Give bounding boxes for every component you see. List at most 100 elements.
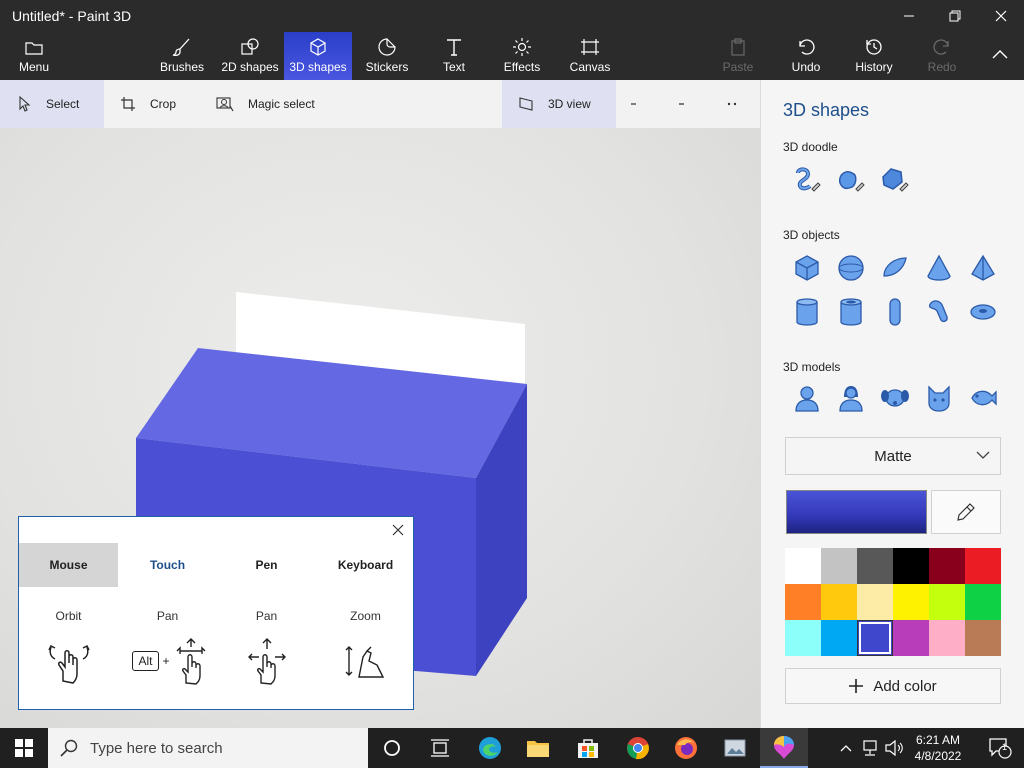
cortana-button[interactable]: [368, 728, 416, 768]
start-button[interactable]: [0, 728, 48, 768]
photos-button[interactable]: [712, 728, 760, 768]
color-swatch[interactable]: [929, 620, 965, 656]
stickers-button[interactable]: Stickers: [360, 32, 414, 80]
text-button[interactable]: Text: [432, 32, 476, 80]
color-swatch[interactable]: [965, 620, 1001, 656]
cat-model-button[interactable]: [921, 380, 957, 416]
2d-shapes-label: 2D shapes: [221, 60, 279, 74]
color-swatch[interactable]: [893, 620, 929, 656]
crop-button[interactable]: Crop: [120, 80, 200, 128]
woman-model-button[interactable]: [833, 380, 869, 416]
alt-key: Alt: [132, 651, 159, 671]
man-model-button[interactable]: [789, 380, 825, 416]
history-button[interactable]: History: [850, 32, 898, 80]
chrome-button[interactable]: [614, 728, 662, 768]
network-button[interactable]: [858, 728, 882, 768]
color-swatch[interactable]: [893, 548, 929, 584]
notification-count: 1: [1002, 742, 1008, 752]
zoom-out-button[interactable]: [630, 80, 650, 128]
color-swatch[interactable]: [929, 548, 965, 584]
tab-mouse[interactable]: Mouse: [19, 543, 118, 587]
undo-button[interactable]: Undo: [784, 32, 828, 80]
color-swatch[interactable]: [821, 548, 857, 584]
edge-taskbar-button[interactable]: [466, 728, 514, 768]
hemisphere-button[interactable]: [877, 250, 913, 286]
close-button[interactable]: [978, 0, 1024, 32]
2d-shapes-button[interactable]: 2D shapes: [218, 32, 282, 80]
redo-button[interactable]: Redo: [920, 32, 964, 80]
canvas-button[interactable]: Canvas: [566, 32, 614, 80]
stickers-label: Stickers: [365, 60, 409, 74]
color-swatch[interactable]: [857, 584, 893, 620]
dog-model-button[interactable]: [877, 380, 913, 416]
file-explorer-button[interactable]: [514, 728, 562, 768]
color-swatch[interactable]: [929, 584, 965, 620]
3d-shapes-button[interactable]: 3D shapes: [284, 32, 352, 80]
man-icon: [795, 386, 819, 412]
speaker-icon: [885, 740, 903, 756]
shapes-panel: 3D shapes 3D doodle 3D objects 3D models: [760, 80, 1024, 728]
color-swatch[interactable]: [821, 584, 857, 620]
brushes-button[interactable]: Brushes: [154, 32, 210, 80]
more-options-button[interactable]: [726, 80, 750, 128]
tab-keyboard[interactable]: Keyboard: [316, 543, 415, 587]
doodle-tube-icon: [796, 167, 821, 192]
notifications-button[interactable]: 1: [976, 728, 1024, 768]
bent-tube-button[interactable]: [921, 294, 957, 330]
search-icon: [60, 739, 78, 757]
taskbar-clock[interactable]: 6:21 AM 4/8/2022: [906, 732, 970, 764]
firefox-button[interactable]: [662, 728, 710, 768]
tab-pen[interactable]: Pen: [217, 543, 316, 587]
show-hidden-icons-button[interactable]: [834, 728, 858, 768]
taskbar-search-box[interactable]: Type here to search: [48, 728, 368, 768]
material-dropdown[interactable]: Matte: [785, 437, 1001, 475]
cube-button[interactable]: [789, 250, 825, 286]
color-swatch[interactable]: [785, 620, 821, 656]
cone-icon: [927, 254, 951, 281]
restore-icon: [949, 10, 961, 22]
color-swatch[interactable]: [965, 584, 1001, 620]
sharp-edge-doodle-button[interactable]: [789, 162, 825, 198]
window-title: Untitled* - Paint 3D: [12, 8, 132, 24]
cylinder-button[interactable]: [789, 294, 825, 330]
current-color-preview[interactable]: [786, 490, 927, 534]
color-swatch[interactable]: [893, 584, 929, 620]
3d-view-button[interactable]: 3D view: [502, 80, 616, 128]
color-swatch[interactable]: [857, 548, 893, 584]
color-swatch[interactable]: [857, 620, 893, 656]
paint3d-taskbar-button[interactable]: [760, 728, 808, 768]
add-color-button[interactable]: Add color: [785, 668, 1001, 704]
capsule-button[interactable]: [877, 294, 913, 330]
color-swatch[interactable]: [785, 584, 821, 620]
cone-button[interactable]: [921, 250, 957, 286]
store-button[interactable]: [564, 728, 612, 768]
soft-edge-doodle-button[interactable]: [833, 162, 869, 198]
paste-button[interactable]: Paste: [716, 32, 760, 80]
color-swatch[interactable]: [785, 548, 821, 584]
color-swatch[interactable]: [821, 620, 857, 656]
tube-button[interactable]: [833, 294, 869, 330]
help-close-button[interactable]: [387, 519, 409, 541]
sphere-button[interactable]: [833, 250, 869, 286]
torus-button[interactable]: [965, 294, 1001, 330]
color-swatch[interactable]: [965, 548, 1001, 584]
zoom-in-button[interactable]: [678, 80, 698, 128]
collapse-ribbon-button[interactable]: [984, 32, 1016, 80]
effects-button[interactable]: Effects: [498, 32, 546, 80]
paste-label: Paste: [722, 60, 754, 74]
3d-doodle-button[interactable]: [877, 162, 913, 198]
pyramid-button[interactable]: [965, 250, 1001, 286]
maximize-button[interactable]: [932, 0, 978, 32]
menu-button[interactable]: Menu: [8, 32, 60, 80]
eyedropper-button[interactable]: [931, 490, 1001, 534]
select-button[interactable]: Select: [0, 80, 104, 128]
minimize-button[interactable]: [886, 0, 932, 32]
task-view-button[interactable]: [416, 728, 464, 768]
pan-gesture-icon: [241, 635, 293, 687]
fish-model-button[interactable]: [965, 380, 1001, 416]
magic-select-button[interactable]: Magic select: [216, 80, 336, 128]
tab-touch[interactable]: Touch: [118, 543, 217, 587]
volume-button[interactable]: [882, 728, 906, 768]
menu-label: Menu: [18, 60, 50, 74]
ellipsis-icon: [727, 102, 736, 106]
